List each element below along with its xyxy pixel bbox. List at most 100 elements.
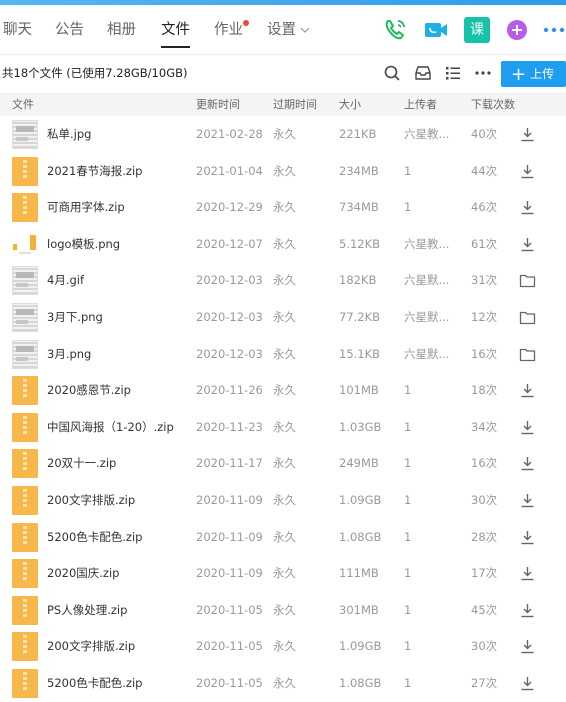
zip-stripe — [23, 503, 27, 507]
file-row[interactable]: 2021春节海报.zip 2021-01-04 永久 234MB 1 44次 — [0, 153, 566, 190]
download-icon[interactable] — [519, 126, 536, 143]
column-header-uploader[interactable]: 上传者 — [404, 93, 437, 116]
open-folder-icon[interactable] — [519, 346, 536, 363]
file-uploader: 六星默... — [404, 273, 450, 288]
zip-stripe — [23, 394, 27, 398]
download-icon[interactable] — [519, 382, 536, 399]
add-app-icon[interactable] — [504, 17, 530, 43]
file-row[interactable]: 200文字排版.zip 2020-11-05 永久 1.09GB 1 30次 — [0, 628, 566, 665]
zip-stripe — [23, 572, 27, 576]
file-download-count: 17次 — [471, 566, 498, 581]
more-icon[interactable] — [541, 17, 566, 43]
tab-label: 作业 — [214, 22, 243, 38]
file-updated-date: 2020-12-03 — [196, 273, 263, 288]
column-header-file[interactable]: 文件 — [12, 93, 34, 116]
inbox-icon[interactable] — [414, 64, 432, 82]
file-size: 249MB — [339, 456, 379, 471]
thumb-block — [16, 345, 34, 352]
toolbar-more-icon[interactable] — [474, 64, 492, 82]
file-row[interactable]: 4月.gif 2020-12-03 永久 182KB 六星默... 31次 — [0, 262, 566, 299]
file-row[interactable]: 可商用字体.zip 2020-12-29 永久 734MB 1 46次 — [0, 189, 566, 226]
download-icon[interactable] — [519, 602, 536, 619]
zip-stripe — [23, 567, 27, 571]
tab-label: 文件 — [161, 22, 190, 38]
column-header-size[interactable]: 大小 — [339, 93, 361, 116]
lesson-icon[interactable]: 课 — [464, 17, 490, 43]
file-row[interactable]: 2020感恩节.zip 2020-11-26 永久 101MB 1 18次 — [0, 372, 566, 409]
file-expiry: 永久 — [273, 456, 296, 471]
file-name: 2020感恩节.zip — [47, 383, 131, 398]
file-expiry: 永久 — [273, 200, 296, 215]
zip-stripe — [23, 211, 27, 215]
tab-album[interactable]: 相册 — [107, 5, 136, 55]
download-icon[interactable] — [519, 529, 536, 546]
zip-file-icon — [12, 485, 38, 515]
zip-stripe — [23, 493, 27, 497]
file-name: 200文字排版.zip — [47, 492, 136, 507]
file-row[interactable]: 3月.png 2020-12-03 永久 15.1KB 六星默... 16次 — [0, 336, 566, 373]
file-row[interactable]: logo模板.png 2020-12-07 永久 5.12KB 六星教... 61次 — [0, 226, 566, 263]
download-icon[interactable] — [519, 455, 536, 472]
file-row[interactable]: 私单.jpg 2021-02-28 永久 221KB 六星教... 40次 — [0, 116, 566, 153]
file-name: 4月.gif — [47, 273, 85, 288]
zip-file-icon — [12, 156, 38, 186]
file-download-count: 12次 — [471, 309, 498, 324]
download-icon[interactable] — [519, 163, 536, 180]
zip-stripe — [23, 598, 27, 602]
file-expiry: 永久 — [273, 346, 296, 361]
chevron-down-icon — [300, 27, 310, 33]
file-list: 私单.jpg 2021-02-28 永久 221KB 六星教... 40次 2021春节海报… — [0, 116, 566, 702]
tab-label: 聊天 — [3, 22, 32, 38]
file-row[interactable]: 3月下.png 2020-12-03 永久 77.2KB 六星默... 12次 — [0, 299, 566, 336]
zip-stripe — [23, 384, 27, 388]
file-size: 734MB — [339, 200, 379, 215]
download-icon[interactable] — [519, 236, 536, 253]
tab-homework[interactable]: 作业 — [214, 5, 249, 55]
zip-file-icon — [12, 668, 38, 698]
video-call-icon[interactable] — [423, 17, 449, 43]
open-folder-icon[interactable] — [519, 309, 536, 326]
file-name: 2020国庆.zip — [47, 566, 120, 581]
download-icon[interactable] — [519, 675, 536, 692]
file-size: 5.12KB — [339, 236, 381, 251]
download-icon[interactable] — [519, 419, 536, 436]
file-size: 15.1KB — [339, 346, 381, 361]
list-view-icon[interactable] — [444, 64, 462, 82]
file-download-count: 16次 — [471, 456, 498, 471]
file-row[interactable]: 5200色卡配色.zip 2020-11-05 永久 1.08GB 1 27次 — [0, 665, 566, 702]
phone-call-icon[interactable] — [382, 17, 408, 43]
column-header-updated[interactable]: 更新时间 — [196, 93, 240, 116]
upload-button[interactable]: + 上传 — [501, 61, 566, 87]
thumb-block — [16, 283, 28, 288]
file-row[interactable]: 5200色卡配色.zip 2020-11-09 永久 1.08GB 1 28次 — [0, 519, 566, 556]
tab-files[interactable]: 文件 — [161, 5, 190, 55]
file-expiry: 永久 — [273, 273, 296, 288]
file-row[interactable]: 200文字排版.zip 2020-11-09 永久 1.09GB 1 30次 — [0, 482, 566, 519]
open-folder-icon[interactable] — [519, 272, 536, 289]
zip-stripe — [23, 681, 27, 685]
file-uploader: 1 — [404, 200, 412, 215]
tab-chat[interactable]: 聊天 — [3, 5, 32, 55]
file-row[interactable]: 中国风海报（1-20）.zip 2020-11-23 永久 1.03GB 1 34次 — [0, 409, 566, 446]
file-uploader: 1 — [404, 163, 412, 178]
file-name: 3月.png — [47, 346, 92, 361]
file-size: 234MB — [339, 163, 379, 178]
file-name: 可商用字体.zip — [47, 200, 125, 215]
download-icon[interactable] — [519, 565, 536, 582]
file-row[interactable]: 2020国庆.zip 2020-11-09 永久 111MB 1 17次 — [0, 555, 566, 592]
file-size: 111MB — [339, 566, 379, 581]
file-download-count: 28次 — [471, 529, 498, 544]
column-header-downloads[interactable]: 下载次数 — [471, 93, 515, 116]
tab-settings[interactable]: 设置 — [267, 5, 310, 55]
download-icon[interactable] — [519, 199, 536, 216]
tab-notice[interactable]: 公告 — [55, 5, 84, 55]
zip-stripe — [23, 608, 27, 612]
file-row[interactable]: PS人像处理.zip 2020-11-05 永久 301MB 1 45次 — [0, 592, 566, 629]
download-icon[interactable] — [519, 638, 536, 655]
zip-stripe — [23, 535, 27, 539]
column-header-expires[interactable]: 过期时间 — [273, 93, 317, 116]
file-expiry: 永久 — [273, 309, 296, 324]
search-icon[interactable] — [383, 64, 401, 82]
download-icon[interactable] — [519, 492, 536, 509]
file-row[interactable]: 20双十一.zip 2020-11-17 永久 249MB 1 16次 — [0, 445, 566, 482]
